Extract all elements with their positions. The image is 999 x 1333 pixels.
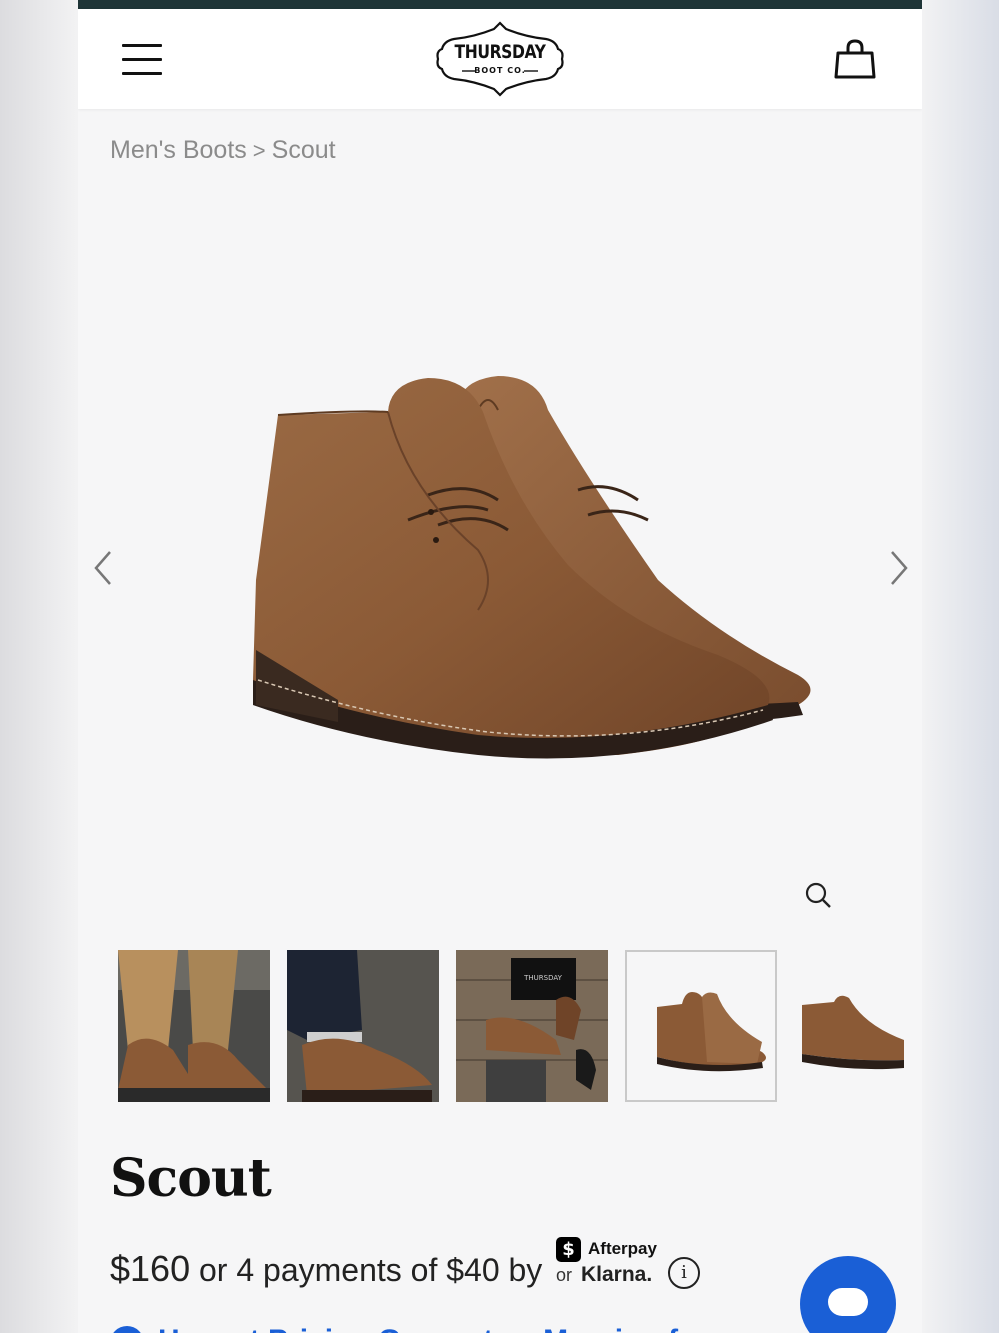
app-screen: THURSDAY BOOT CO. Men's Boots > Scout TH… bbox=[78, 0, 922, 1333]
box-logo-text: THURSDAY bbox=[523, 974, 562, 982]
afterpay-label: Afterpay bbox=[588, 1239, 657, 1258]
guarantee-text: Honest Pricing Guarantee. Margin of... bbox=[158, 1324, 703, 1333]
product-image[interactable] bbox=[158, 350, 858, 800]
chat-icon bbox=[828, 1288, 868, 1316]
thumbnail-5[interactable] bbox=[794, 950, 922, 1102]
product-title: Scout bbox=[110, 1148, 272, 1209]
thumbnail-3[interactable]: THURSDAY bbox=[456, 950, 608, 1102]
breadcrumb-scout[interactable]: Scout bbox=[272, 136, 336, 164]
info-icon[interactable]: i bbox=[668, 1257, 700, 1289]
shopping-bag-icon[interactable] bbox=[833, 37, 879, 83]
price-line: $160 or 4 payments of $40 by bbox=[110, 1248, 542, 1290]
chevron-right-icon[interactable] bbox=[884, 548, 914, 588]
thumbnail-strip: THURSDAY bbox=[118, 950, 922, 1102]
or-label: or bbox=[556, 1265, 573, 1285]
chevron-left-icon[interactable] bbox=[88, 548, 118, 588]
payment-providers[interactable]: $ Afterpay or Klarna. bbox=[556, 1236, 676, 1292]
breadcrumb-separator: > bbox=[252, 138, 266, 163]
thumbnail-4-selected[interactable] bbox=[625, 950, 777, 1102]
guarantee-icon bbox=[110, 1326, 144, 1333]
klarna-label: Klarna. bbox=[581, 1263, 653, 1286]
breadcrumb: Men's Boots > Scout bbox=[110, 136, 336, 165]
hamburger-icon[interactable] bbox=[122, 42, 164, 78]
chat-button[interactable] bbox=[800, 1256, 896, 1333]
pricing-guarantee-row[interactable]: Honest Pricing Guarantee. Margin of... bbox=[110, 1320, 750, 1333]
afterpay-icon: $ bbox=[556, 1237, 581, 1262]
site-header: THURSDAY BOOT CO. bbox=[78, 9, 922, 109]
installment-text: or 4 payments of $40 by bbox=[198, 1252, 543, 1288]
logo-subtitle: BOOT CO. bbox=[474, 66, 526, 75]
magnifier-icon[interactable] bbox=[804, 881, 834, 911]
brand-logo[interactable]: THURSDAY BOOT CO. bbox=[434, 19, 566, 99]
thumbnail-2[interactable] bbox=[287, 950, 439, 1102]
thumbnail-1[interactable] bbox=[118, 950, 270, 1102]
product-price: $160 bbox=[110, 1248, 191, 1289]
status-strip bbox=[78, 0, 922, 9]
logo-wordmark: THURSDAY bbox=[454, 41, 546, 63]
breadcrumb-mens-boots[interactable]: Men's Boots bbox=[110, 136, 247, 164]
